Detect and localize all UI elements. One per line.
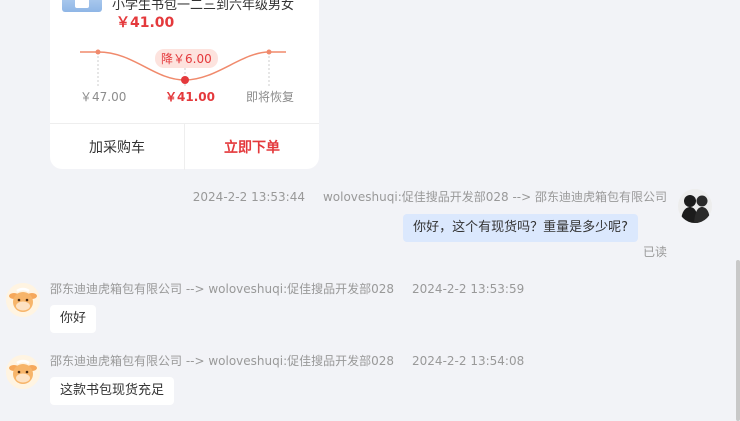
cow-avatar-icon[interactable]: [6, 283, 40, 317]
restore-price-label: 即将恢复: [246, 90, 295, 104]
price-point-start: [95, 49, 101, 55]
cow-face-icon: [6, 283, 40, 317]
message-meta-incoming-2: 邵东迪迪虎箱包有限公司 --> woloveshuqi:促佳搜品开发部028 20…: [50, 352, 524, 369]
cow-face-icon: [6, 355, 40, 389]
message-meta-incoming-1: 邵东迪迪虎箱包有限公司 --> woloveshuqi:促佳搜品开发部028 20…: [50, 280, 524, 297]
message-route: woloveshuqi:促佳搜品开发部028 --> 邵东迪迪虎箱包有限公司: [322, 190, 667, 204]
product-card: 小学生书包一二三到六年级男女 ￥41.00 降￥6.00 ￥47.00 ￥41.…: [50, 0, 319, 170]
message-time: 2024-2-2 13:54:08: [412, 354, 525, 368]
product-thumbnail[interactable]: [62, 0, 102, 12]
message-bubble-incoming-2[interactable]: 这款书包现货充足: [50, 377, 175, 405]
add-to-cart-button[interactable]: 加采购车: [50, 124, 185, 170]
cow-avatar-icon[interactable]: [6, 355, 40, 389]
current-price-label: ￥41.00: [165, 90, 215, 104]
message-route: 邵东迪迪虎箱包有限公司 --> woloveshuqi:促佳搜品开发部028: [50, 282, 395, 296]
message-time: 2024-2-2 13:53:59: [412, 282, 525, 296]
message-bubble-incoming-1[interactable]: 你好: [50, 305, 97, 333]
message-bubble-outgoing[interactable]: 你好，这个有现货吗？重量是多少呢?: [403, 214, 638, 242]
product-price: ￥41.00: [116, 15, 175, 31]
message-time: 2024-2-2 13:53:44: [192, 190, 305, 204]
price-point-current: [181, 76, 189, 84]
original-price-label: ￥47.00: [80, 90, 127, 104]
read-status: 已读: [643, 245, 668, 259]
price-point-end: [266, 49, 272, 55]
message-route: 邵东迪迪虎箱包有限公司 --> woloveshuqi:促佳搜品开发部028: [50, 354, 395, 368]
buy-now-button[interactable]: 立即下单: [185, 124, 319, 170]
person-silhouette-icon: [678, 189, 712, 223]
message-meta-outgoing: 2024-2-2 13:53:44 woloveshuqi:促佳搜品开发部028 …: [193, 188, 667, 205]
robot-toy-icon: [75, 0, 89, 8]
user-dark-avatar-icon[interactable]: [678, 189, 712, 223]
chat-scrollbar[interactable]: [736, 260, 740, 421]
price-drop-badge: 降￥6.00: [155, 49, 218, 68]
card-actions: 加采购车 立即下单: [50, 123, 319, 170]
